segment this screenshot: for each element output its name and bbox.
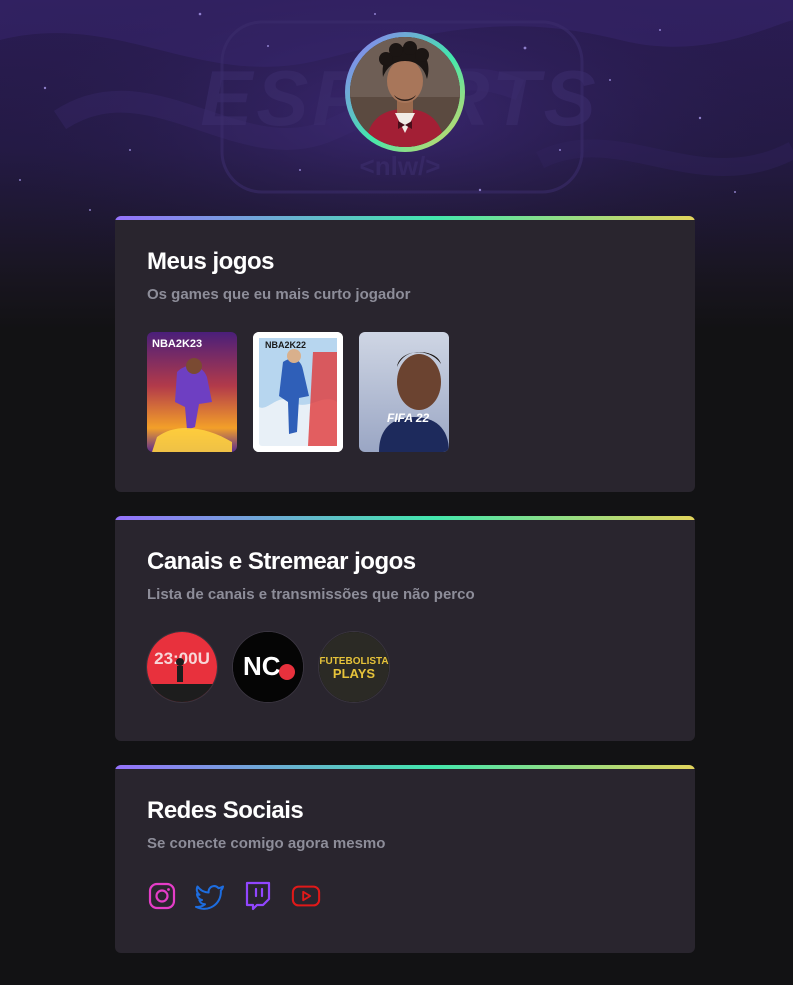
channel-nc[interactable]: NC	[233, 632, 303, 702]
twitch-link[interactable]	[243, 881, 273, 911]
channels-list: 23:00U NC FUTEBOLISTA PLAYS	[147, 632, 389, 702]
channels-title: Canais e Stremear jogos	[147, 548, 416, 575]
games-list: NBA2K23 NBA2K22 FIFA 22	[147, 332, 449, 452]
social-card: Redes Sociais Se conecte comigo agora me…	[115, 765, 695, 953]
nba2k22-title: NBA2K22	[265, 340, 306, 350]
channel-nc-logo: NC	[233, 632, 303, 702]
youtube-link[interactable]	[291, 881, 321, 911]
instagram-link[interactable]	[147, 881, 177, 911]
social-links	[147, 881, 321, 911]
fifa22-cover: FIFA 22	[359, 332, 449, 452]
social-title: Redes Sociais	[147, 797, 304, 824]
game-nba2k22[interactable]: NBA2K22	[253, 332, 343, 452]
avatar-ring	[345, 32, 465, 152]
game-nba2k23[interactable]: NBA2K23	[147, 332, 237, 452]
twitter-link[interactable]	[195, 881, 225, 911]
avatar-photo	[350, 37, 460, 147]
games-title: Meus jogos	[147, 248, 275, 275]
channel-nc-text: NC	[243, 651, 281, 681]
channel-2300u[interactable]: 23:00U	[147, 632, 217, 702]
social-subtitle: Se conecte comigo agora mesmo	[147, 835, 386, 852]
game-fifa22[interactable]: FIFA 22	[359, 332, 449, 452]
games-subtitle: Os games que eu mais curto jogador	[147, 286, 411, 303]
instagram-icon	[148, 882, 176, 910]
channel-futebolista-logo: FUTEBOLISTA PLAYS	[319, 632, 389, 702]
fifa22-title: FIFA 22	[387, 411, 430, 425]
background-logo-sub: <nlw/>	[360, 151, 441, 181]
twitch-icon	[245, 881, 271, 911]
twitter-icon	[195, 885, 224, 910]
nba2k23-title: NBA2K23	[152, 338, 202, 350]
nba2k23-cover: NBA2K23	[147, 332, 237, 452]
channel-2300u-logo: 23:00U	[147, 632, 217, 702]
youtube-icon	[291, 885, 321, 907]
channels-card: Canais e Stremear jogos Lista de canais …	[115, 516, 695, 741]
channel-plays-text: PLAYS	[333, 666, 375, 681]
avatar	[350, 37, 460, 147]
nba2k22-cover: NBA2K22	[253, 332, 343, 452]
channels-subtitle: Lista de canais e transmissões que não p…	[147, 586, 475, 603]
channel-futebolista-plays[interactable]: FUTEBOLISTA PLAYS	[319, 632, 389, 702]
games-card: Meus jogos Os games que eu mais curto jo…	[115, 216, 695, 492]
